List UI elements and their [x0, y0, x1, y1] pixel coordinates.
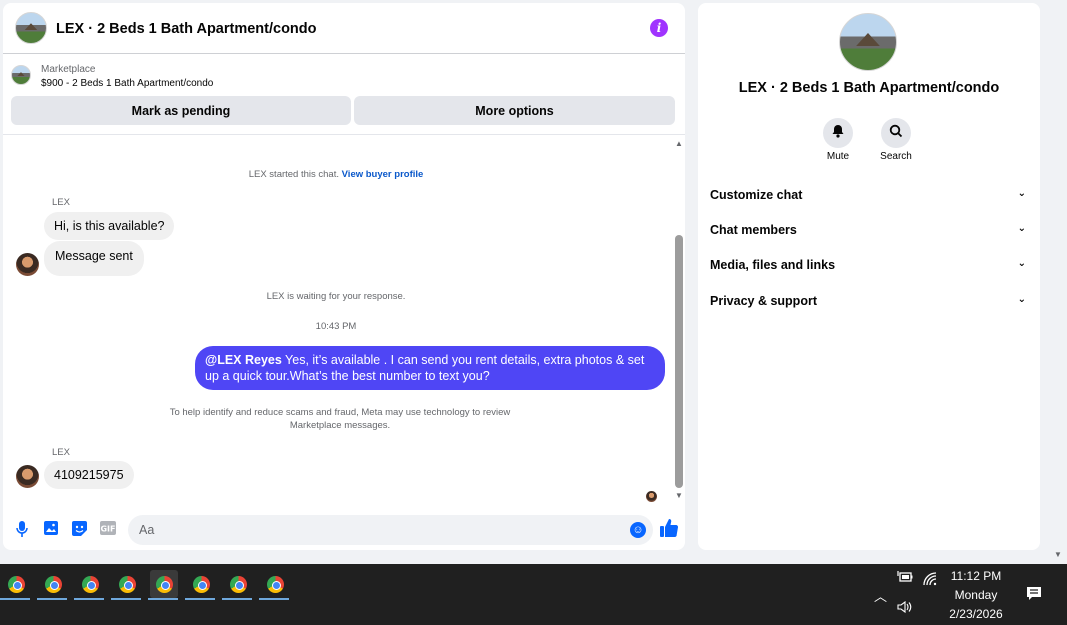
clock-time[interactable]: 11:12 PM	[940, 569, 1012, 583]
section-media-files-links[interactable]: Media, files and links ⌄	[710, 256, 1026, 276]
message-bubble[interactable]: Message sent	[44, 241, 144, 276]
taskbar: ︿ 11:12 PM Monday 2/23/2026	[0, 564, 1067, 625]
microphone-icon[interactable]	[14, 521, 30, 537]
composer: GIF Aa ☺	[3, 512, 685, 550]
chevron-down-icon: ⌄	[1017, 223, 1026, 234]
chat-title[interactable]: LEX · 2 Beds 1 Bath Apartment/condo	[56, 21, 317, 37]
wifi-icon[interactable]	[923, 572, 937, 589]
mention[interactable]: @LEX Reyes	[205, 353, 282, 367]
taskbar-chrome-app[interactable]	[37, 570, 67, 600]
scroll-up-arrow-icon[interactable]: ▲	[674, 140, 684, 148]
chat-header: LEX · 2 Beds 1 Bath Apartment/condo i	[3, 3, 685, 54]
gif-icon[interactable]: GIF	[100, 521, 116, 537]
taskbar-chrome-app[interactable]	[222, 570, 252, 600]
chrome-icon	[44, 575, 62, 593]
section-customize-chat[interactable]: Customize chat ⌄	[710, 186, 1026, 206]
chevron-down-icon: ⌄	[1017, 188, 1026, 199]
message-list: LEX started this chat. View buyer profil…	[3, 135, 669, 507]
sender-avatar[interactable]	[16, 253, 39, 276]
chat-info-panel: LEX · 2 Beds 1 Bath Apartment/condo Mute…	[698, 3, 1040, 550]
listing-row: Marketplace $900 - 2 Beds 1 Bath Apartme…	[3, 55, 685, 135]
chat-panel: LEX · 2 Beds 1 Bath Apartment/condo i Ma…	[3, 3, 685, 550]
notification-center-icon[interactable]	[1026, 586, 1042, 607]
thumbs-up-icon[interactable]	[660, 519, 679, 542]
photo-icon[interactable]	[43, 521, 59, 537]
message-timestamp: 10:43 PM	[315, 321, 357, 332]
section-label: Customize chat	[710, 188, 803, 202]
more-options-button[interactable]: More options	[354, 96, 675, 125]
taskbar-chrome-app[interactable]	[185, 570, 215, 600]
chrome-icon	[266, 575, 284, 593]
volume-icon[interactable]	[897, 600, 913, 616]
chevron-down-icon: ⌄	[1017, 258, 1026, 269]
chat-started-notice: LEX started this chat. View buyer profil…	[3, 169, 669, 180]
section-chat-members[interactable]: Chat members ⌄	[710, 221, 1026, 241]
sticker-icon[interactable]	[71, 521, 87, 537]
taskbar-chrome-app[interactable]	[111, 570, 141, 600]
taskbar-chrome-app[interactable]	[259, 570, 289, 600]
scroll-down-arrow-icon[interactable]: ▼	[674, 492, 684, 500]
taskbar-chrome-app[interactable]	[0, 570, 30, 600]
message-input-placeholder: Aa	[139, 523, 155, 537]
bell-icon	[831, 124, 845, 143]
page-scroll-down-arrow-icon[interactable]: ▼	[1054, 550, 1062, 559]
taskbar-chrome-app[interactable]	[74, 570, 104, 600]
sender-name: LEX	[52, 447, 70, 458]
mute-label: Mute	[826, 151, 850, 162]
emoji-icon[interactable]: ☺	[630, 522, 646, 538]
clock-day[interactable]: Monday	[940, 588, 1012, 602]
section-privacy-support[interactable]: Privacy & support ⌄	[710, 292, 1026, 312]
listing-price[interactable]: $900 - 2 Beds 1 Bath Apartment/condo	[41, 78, 213, 89]
read-receipt-avatar	[646, 491, 657, 502]
search-button[interactable]	[881, 118, 911, 148]
svg-text:GIF: GIF	[100, 525, 115, 534]
info-icon[interactable]: i	[650, 19, 668, 37]
search-label: Search	[880, 151, 912, 162]
chrome-icon	[155, 575, 173, 593]
mark-pending-button[interactable]: Mark as pending	[11, 96, 351, 125]
listing-thumbnail[interactable]	[11, 65, 31, 85]
chevron-down-icon: ⌄	[1017, 294, 1026, 305]
section-label: Privacy & support	[710, 294, 817, 308]
chrome-icon	[192, 575, 210, 593]
mute-button[interactable]	[823, 118, 853, 148]
show-hidden-icons-chevron-icon[interactable]: ︿	[874, 586, 887, 605]
scroll-thumb[interactable]	[675, 235, 683, 488]
battery-icon[interactable]	[897, 571, 913, 586]
waiting-notice: LEX is waiting for your response.	[266, 291, 406, 302]
chrome-icon	[7, 575, 25, 593]
scam-notice: To help identify and reduce scams and fr…	[169, 407, 511, 431]
chrome-icon	[81, 575, 99, 593]
chat-scrollbar[interactable]: ▲ ▼	[674, 140, 684, 500]
search-icon	[889, 124, 903, 143]
message-bubble[interactable]: Hi, is this available?	[44, 212, 175, 240]
outgoing-message-bubble[interactable]: @LEX Reyes Yes, it’s available . I can s…	[195, 346, 665, 390]
sender-name: LEX	[52, 197, 70, 208]
info-listing-avatar[interactable]	[839, 13, 897, 71]
message-bubble[interactable]: 4109215975	[44, 461, 134, 489]
chrome-icon	[118, 575, 136, 593]
taskbar-chrome-app-active[interactable]	[148, 570, 178, 600]
message-input[interactable]: Aa ☺	[128, 515, 653, 545]
view-buyer-profile-link[interactable]: View buyer profile	[342, 169, 424, 180]
chat-started-text: LEX started this chat.	[248, 169, 339, 180]
section-label: Media, files and links	[710, 258, 836, 272]
sender-avatar[interactable]	[16, 465, 39, 488]
listing-avatar[interactable]	[15, 12, 47, 44]
chrome-icon	[229, 575, 247, 593]
section-label: Chat members	[710, 223, 797, 237]
clock-date[interactable]: 2/23/2026	[940, 607, 1012, 621]
info-title: LEX · 2 Beds 1 Bath Apartment/condo	[738, 80, 1000, 96]
marketplace-label: Marketplace	[41, 64, 96, 75]
